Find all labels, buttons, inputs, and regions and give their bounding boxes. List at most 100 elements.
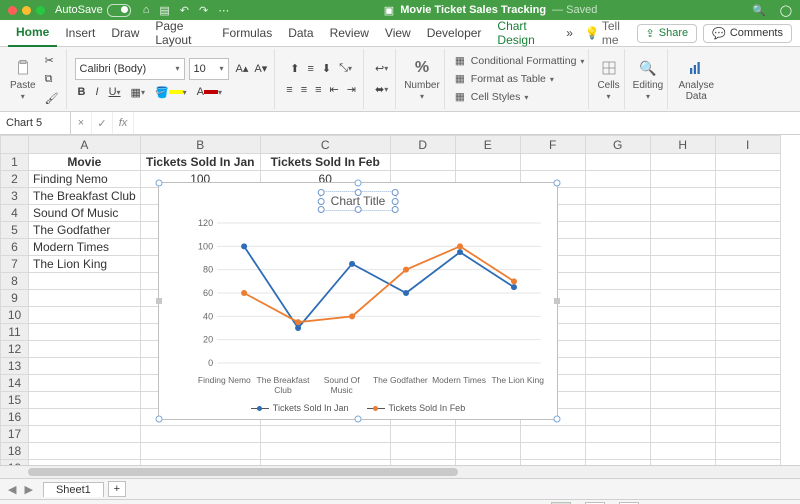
format-painter-button[interactable]: 🖌 (42, 90, 62, 107)
orientation-button[interactable]: ⤡▾ (336, 60, 355, 77)
cut-button[interactable]: ✂ (42, 52, 62, 69)
chart-title[interactable]: Chart Title (320, 191, 397, 211)
fill-color-button[interactable]: 🪣▾ (152, 84, 190, 101)
analyse-data-button[interactable]: Analyse Data (676, 57, 716, 102)
redo-icon[interactable]: ↷ (199, 4, 208, 17)
close-icon[interactable] (8, 6, 17, 15)
save-icon[interactable]: ▤ (159, 4, 169, 17)
zoom-icon[interactable] (36, 6, 45, 15)
svg-text:40: 40 (203, 311, 213, 321)
increase-font-button[interactable]: A▴ (233, 60, 252, 77)
wrap-merge-group: ↩▾ ⬌▾ (368, 49, 396, 109)
autosave-switch[interactable] (107, 4, 131, 17)
sheet-nav-next[interactable]: ▶ (20, 483, 36, 496)
more-icon[interactable]: ⋯ (218, 4, 229, 17)
borders-button[interactable]: ▦ ▾ (128, 84, 148, 101)
align-center-button[interactable]: ≡ (298, 81, 310, 98)
add-sheet-button[interactable]: + (108, 481, 126, 497)
accept-formula-button[interactable]: ✓ (92, 112, 113, 134)
cancel-formula-button[interactable]: × (71, 112, 92, 134)
tab-data[interactable]: Data (280, 20, 321, 46)
clipboard-group: Paste ▾ ✂ ⧉ 🖌 (6, 49, 67, 109)
conditional-formatting-button[interactable]: ▦Conditional Formatting ▾ (453, 53, 585, 69)
app-icon: ▣ (384, 4, 394, 17)
name-box[interactable]: Chart 5 (0, 112, 71, 134)
font-group: Calibri (Body)▾ 10▾ A▴ A▾ B I U ▾ ▦ ▾ 🪣▾… (71, 49, 276, 109)
home-icon[interactable]: ⌂ (143, 4, 150, 16)
align-right-button[interactable]: ≡ (312, 81, 324, 98)
italic-button[interactable]: I (93, 84, 102, 100)
legend-item-2[interactable]: Tickets Sold In Feb (367, 403, 466, 413)
paste-icon (12, 57, 34, 79)
increase-indent-button[interactable]: ⇥ (344, 81, 359, 98)
ribbon: Paste ▾ ✂ ⧉ 🖌 Calibri (Body)▾ 10▾ A▴ A▾ … (0, 47, 800, 112)
sheet-nav-prev[interactable]: ◀ (4, 483, 20, 496)
autosave-toggle[interactable]: AutoSave (55, 4, 131, 17)
number-group: % Number ▾ (400, 49, 445, 109)
share-button[interactable]: ⇪Share (637, 24, 698, 43)
cells-button[interactable]: Cells▾ (597, 57, 619, 101)
chart-legend[interactable]: Tickets Sold In Jan Tickets Sold In Feb (159, 403, 557, 413)
font-size-select[interactable]: 10▾ (189, 58, 229, 80)
svg-text:80: 80 (203, 265, 213, 275)
paste-button[interactable]: Paste ▾ (10, 57, 36, 101)
quick-access-toolbar: ⌂ ▤ ↶ ↷ ⋯ (143, 4, 230, 17)
undo-icon[interactable]: ↶ (180, 4, 189, 17)
editing-icon: 🔍 (637, 57, 659, 79)
doc-name: Movie Ticket Sales Tracking (400, 4, 546, 16)
embedded-chart[interactable]: Chart Title 020406080100120 Finding Nemo… (158, 182, 558, 420)
status-bar: Ready Average: 68.33333333 Count: 21 Sum… (0, 499, 800, 504)
cell-styles-button[interactable]: ▦Cell Styles ▾ (453, 89, 529, 105)
horizontal-scrollbar[interactable] (0, 465, 800, 478)
decrease-font-button[interactable]: A▾ (251, 60, 270, 77)
editing-group: 🔍 Editing▾ (629, 49, 669, 109)
tab-draw[interactable]: Draw (103, 20, 147, 46)
comments-button[interactable]: 💬Comments (703, 24, 792, 43)
titlebar: AutoSave ⌂ ▤ ↶ ↷ ⋯ ▣ Movie Ticket Sales … (0, 0, 800, 20)
worksheet-grid[interactable]: ABCDEFGHI1MovieTickets Sold In JanTicket… (0, 135, 800, 465)
search-icon[interactable]: 🔍 (752, 4, 766, 17)
tab-chart-design[interactable]: Chart Design (489, 20, 558, 46)
saved-label: — Saved (552, 4, 597, 16)
minimize-icon[interactable] (22, 6, 31, 15)
font-color-button[interactable]: A▾ (194, 84, 225, 100)
user-icon[interactable]: ◯ (780, 4, 792, 17)
merge-button[interactable]: ⬌▾ (372, 81, 391, 98)
tellme-label[interactable]: Tell me (602, 19, 631, 47)
align-top-button[interactable]: ⬆ (287, 60, 302, 77)
tab-overflow[interactable]: » (558, 20, 581, 46)
tab-page-layout[interactable]: Page Layout (147, 20, 214, 46)
chart-plot-area[interactable]: 020406080100120 (195, 219, 547, 367)
tab-developer[interactable]: Developer (419, 20, 490, 46)
cells-icon (598, 57, 620, 79)
sheet-tab-active[interactable]: Sheet1 (43, 482, 104, 497)
tab-review[interactable]: Review (322, 20, 377, 46)
svg-text:100: 100 (198, 241, 213, 251)
number-format-button[interactable]: % Number ▾ (404, 57, 440, 101)
underline-button[interactable]: U ▾ (106, 84, 124, 100)
formula-bar: Chart 5 × ✓ fx (0, 112, 800, 135)
tab-home[interactable]: Home (8, 19, 57, 47)
tab-formulas[interactable]: Formulas (214, 20, 280, 46)
copy-button[interactable]: ⧉ (42, 71, 62, 88)
window-controls[interactable] (8, 6, 45, 15)
align-middle-button[interactable]: ≡ (304, 60, 316, 77)
svg-text:60: 60 (203, 288, 213, 298)
decrease-indent-button[interactable]: ⇤ (327, 81, 342, 98)
tellme-icon[interactable]: 💡 (585, 26, 600, 40)
format-table-icon: ▦ (453, 73, 467, 85)
fx-button[interactable]: fx (113, 112, 134, 134)
wrap-text-button[interactable]: ↩▾ (372, 60, 391, 77)
font-name-select[interactable]: Calibri (Body)▾ (75, 58, 185, 80)
cells-group: Cells▾ (593, 49, 624, 109)
ribbon-tabs: Home Insert Draw Page Layout Formulas Da… (0, 20, 800, 47)
align-left-button[interactable]: ≡ (283, 81, 295, 98)
align-bottom-button[interactable]: ⬇ (319, 60, 334, 77)
tab-view[interactable]: View (377, 20, 419, 46)
editing-button[interactable]: 🔍 Editing▾ (633, 57, 664, 101)
format-as-table-button[interactable]: ▦Format as Table ▾ (453, 71, 554, 87)
bold-button[interactable]: B (75, 84, 89, 100)
legend-item-1[interactable]: Tickets Sold In Jan (251, 403, 349, 413)
analyse-icon (685, 57, 707, 79)
tab-insert[interactable]: Insert (57, 20, 103, 46)
